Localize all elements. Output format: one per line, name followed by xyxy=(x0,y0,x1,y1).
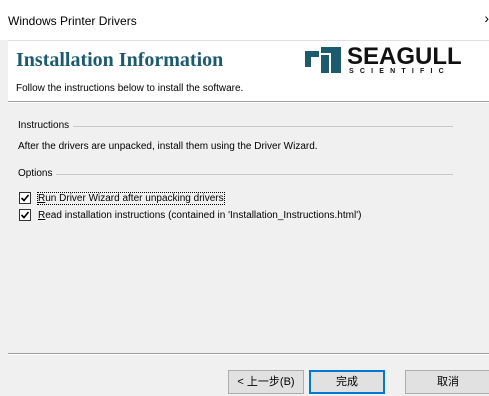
title-bar: Windows Printer Drivers › xyxy=(0,0,489,40)
banner-divider xyxy=(8,101,489,103)
logo-wordmark: SEAGULL xyxy=(347,43,462,70)
logo-subtitle: SCIENTIFIC xyxy=(349,68,450,75)
read-instructions-label[interactable]: Read installation instructions (containe… xyxy=(38,210,361,221)
installer-window: Windows Printer Drivers › Installation I… xyxy=(0,0,489,396)
page-title: Installation Information xyxy=(16,49,224,71)
checkmark-icon xyxy=(20,211,30,219)
footer-divider xyxy=(8,353,489,355)
run-wizard-option[interactable]: Run Driver Wizard after unpacking driver… xyxy=(18,191,225,205)
read-instructions-option[interactable]: Read installation instructions (containe… xyxy=(18,208,361,222)
read-instructions-checkbox[interactable] xyxy=(19,209,31,221)
instructions-group-line xyxy=(18,126,453,127)
header-banner: Installation Information Follow the inst… xyxy=(8,40,489,101)
finish-button[interactable]: 完成 xyxy=(309,370,385,394)
cancel-button[interactable]: 取消 xyxy=(405,370,489,394)
back-button[interactable]: < 上一步(B) xyxy=(228,370,304,394)
seagull-logo: SEAGULL SCIENTIFIC xyxy=(305,43,485,81)
checkmark-icon xyxy=(20,194,30,202)
page-subtitle: Follow the instructions below to install… xyxy=(16,83,244,94)
instructions-group-title: Instructions xyxy=(18,120,74,131)
run-wizard-checkbox[interactable] xyxy=(19,192,31,204)
options-group-line xyxy=(18,174,453,175)
run-wizard-label[interactable]: Run Driver Wizard after unpacking driver… xyxy=(37,191,225,205)
seagull-logo-mark-icon xyxy=(305,47,341,73)
options-group-title: Options xyxy=(18,168,57,179)
instructions-text: After the drivers are unpacked, install … xyxy=(18,141,318,152)
close-icon[interactable]: › xyxy=(475,6,489,30)
window-title: Windows Printer Drivers xyxy=(8,14,137,28)
